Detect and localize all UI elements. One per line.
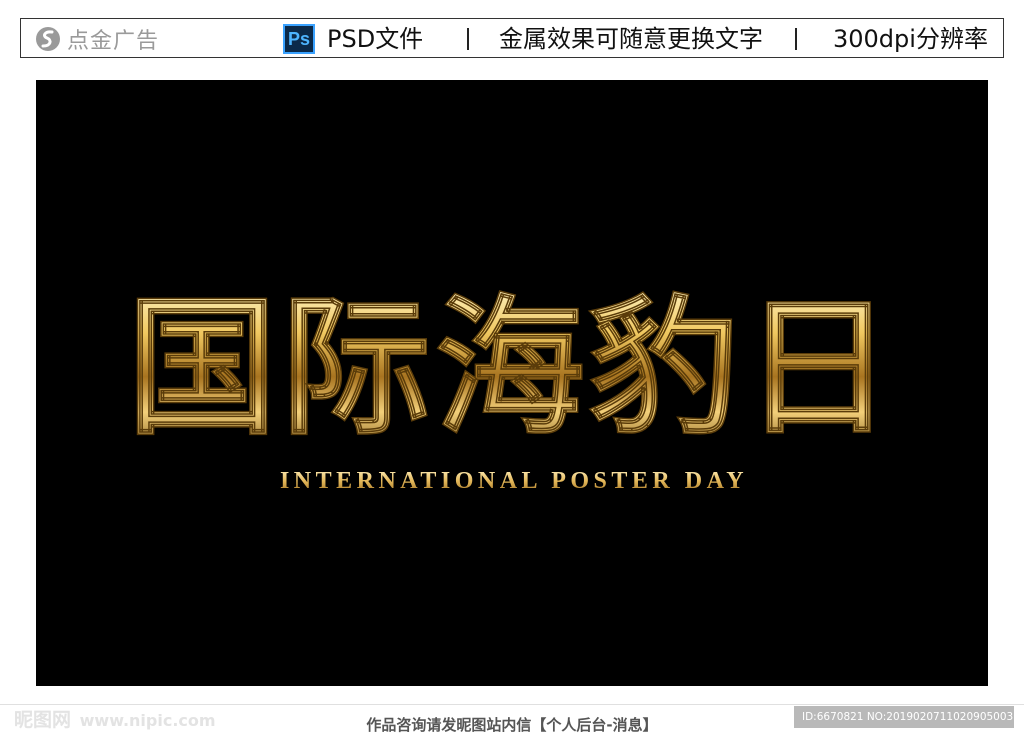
image-id-badge: ID:6670821 NO:20190207110209050030 xyxy=(794,706,1020,728)
artwork-canvas: 国际海豹日 INTERNATIONAL POSTER DAY xyxy=(36,80,988,686)
resolution-label: 300dpi分辨率 xyxy=(833,25,988,53)
feature-label: 金属效果可随意更换文字 xyxy=(499,25,763,53)
artwork-svg: 国际海豹日 INTERNATIONAL POSTER DAY xyxy=(126,279,897,494)
artwork-subtitle: INTERNATIONAL POSTER DAY xyxy=(280,468,748,494)
header-divider xyxy=(795,28,797,50)
artwork-title: 国际海豹日 xyxy=(127,280,897,456)
file-type-label: PSD文件 xyxy=(327,25,424,53)
brand-logo-icon xyxy=(36,27,60,51)
brand: 点金广告 xyxy=(35,25,160,54)
photoshop-icon: Ps xyxy=(283,24,315,54)
header-divider xyxy=(467,28,469,50)
brand-name: 点金广告 xyxy=(67,29,160,54)
info-header-bar: 点金广告 Ps PSD文件 金属效果可随意更换文字 300dpi分辨率 xyxy=(20,18,1004,58)
